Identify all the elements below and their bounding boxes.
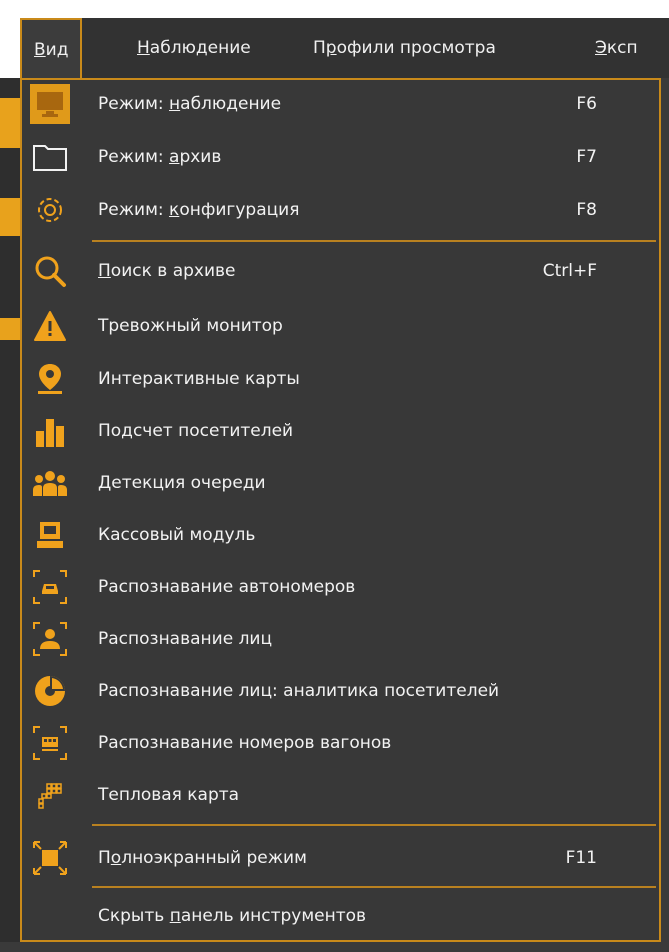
menu-eksport-accel: Э [595, 38, 607, 58]
menu-item-label: Детекция очереди [98, 473, 266, 493]
shortcut-label: F8 [576, 200, 597, 220]
menu-profili-accel: р [325, 38, 337, 58]
map-pin-icon [30, 359, 70, 399]
background-orange-block [0, 98, 22, 148]
menu-item-label: Распознавание лиц [98, 629, 273, 649]
shortcut-label: F6 [576, 94, 597, 114]
menu-item-face-recognition[interactable]: Распознавание лиц [22, 617, 659, 661]
background-window-right [661, 78, 669, 942]
menu-item-label: Кассовый модуль [98, 525, 256, 545]
menu-item-plate-recognition[interactable]: Распознавание автономеров [22, 565, 659, 609]
menu-profili-label: офили просмотра [336, 38, 496, 58]
menubar: Вид Наблюдение Профили просмотра Эксп [20, 18, 669, 80]
menu-item-label: Режим: наблюдение [98, 94, 282, 114]
car-plate-icon [30, 567, 70, 607]
menu-separator [92, 886, 656, 888]
wagon-icon [30, 723, 70, 763]
menu-vid[interactable]: Вид [20, 18, 83, 80]
menu-item-label: Распознавание номеров вагонов [98, 733, 392, 753]
menu-item-label: Распознавание лиц: аналитика посетителей [98, 681, 500, 701]
menu-item-label: Режим: архив [98, 147, 222, 167]
cash-register-icon [30, 515, 70, 555]
background-window-bottom [0, 942, 669, 952]
shortcut-label: F11 [565, 848, 597, 868]
menu-item-interactive-maps[interactable]: Интерактивные карты [22, 357, 659, 401]
monitor-icon [30, 84, 70, 124]
menu-item-mode-monitoring[interactable]: Режим: наблюдение F6 [22, 82, 659, 126]
background-orange-block [0, 318, 22, 340]
menu-item-alarm-monitor[interactable]: Тревожный монитор [22, 304, 659, 348]
menu-item-visitor-count[interactable]: Подсчет посетителей [22, 409, 659, 453]
menu-item-label: Распознавание автономеров [98, 577, 356, 597]
view-dropdown-menu: Режим: наблюдение F6 Режим: архив F7 Реж… [20, 78, 661, 942]
menu-separator [92, 824, 656, 826]
search-icon [30, 251, 70, 291]
menu-item-mode-archive[interactable]: Режим: архив F7 [22, 135, 659, 179]
menu-item-label: Полноэкранный режим [98, 848, 307, 868]
background-orange-block [0, 198, 22, 236]
menu-item-mode-configuration[interactable]: Режим: конфигурация F8 [22, 188, 659, 232]
menu-eksport-label: ксп [606, 38, 638, 58]
shortcut-label: F7 [576, 147, 597, 167]
menu-item-label: Тревожный монитор [98, 316, 283, 336]
menu-nablyudenie-accel: Н [137, 38, 150, 58]
menu-nablyudenie-label: аблюдение [149, 38, 251, 58]
menu-item-label: Режим: конфигурация [98, 200, 300, 220]
menu-item-label: Интерактивные карты [98, 369, 300, 389]
heatmap-icon [30, 775, 70, 815]
warning-icon [30, 306, 70, 346]
menu-profili-pre: П [313, 38, 326, 58]
menu-item-label: Скрыть панель инструментов [98, 906, 367, 926]
face-recognition-icon [30, 619, 70, 659]
menu-item-wagon-recognition[interactable]: Распознавание номеров вагонов [22, 721, 659, 765]
menu-item-heatmap[interactable]: Тепловая карта [22, 773, 659, 817]
people-group-icon [30, 463, 70, 503]
menu-item-queue-detection[interactable]: Детекция очереди [22, 461, 659, 505]
menu-item-cash-module[interactable]: Кассовый модуль [22, 513, 659, 557]
menu-item-label: Тепловая карта [98, 785, 240, 805]
menu-item-fullscreen[interactable]: Полноэкранный режим F11 [22, 836, 659, 880]
menu-item-label: Подсчет посетителей [98, 421, 294, 441]
menu-item-hide-toolbar[interactable]: Скрыть панель инструментов [22, 894, 659, 938]
menu-profili[interactable]: Профили просмотра [313, 18, 496, 78]
menu-item-face-analytics[interactable]: Распознавание лиц: аналитика посетителей [22, 669, 659, 713]
menu-item-label: Поиск в архиве [98, 261, 236, 281]
pie-chart-icon [30, 671, 70, 711]
menu-vid-label: ид [45, 40, 69, 60]
gear-icon [30, 190, 70, 230]
fullscreen-icon [30, 838, 70, 878]
shortcut-label: Ctrl+F [542, 261, 597, 281]
menu-item-archive-search[interactable]: Поиск в архиве Ctrl+F [22, 249, 659, 293]
folder-icon [30, 137, 70, 177]
menu-vid-accel: В [34, 40, 46, 60]
menu-nablyudenie[interactable]: Наблюдение [137, 18, 251, 78]
bar-chart-icon [30, 411, 70, 451]
menu-separator [92, 240, 656, 242]
menu-eksport[interactable]: Эксп [595, 18, 638, 78]
